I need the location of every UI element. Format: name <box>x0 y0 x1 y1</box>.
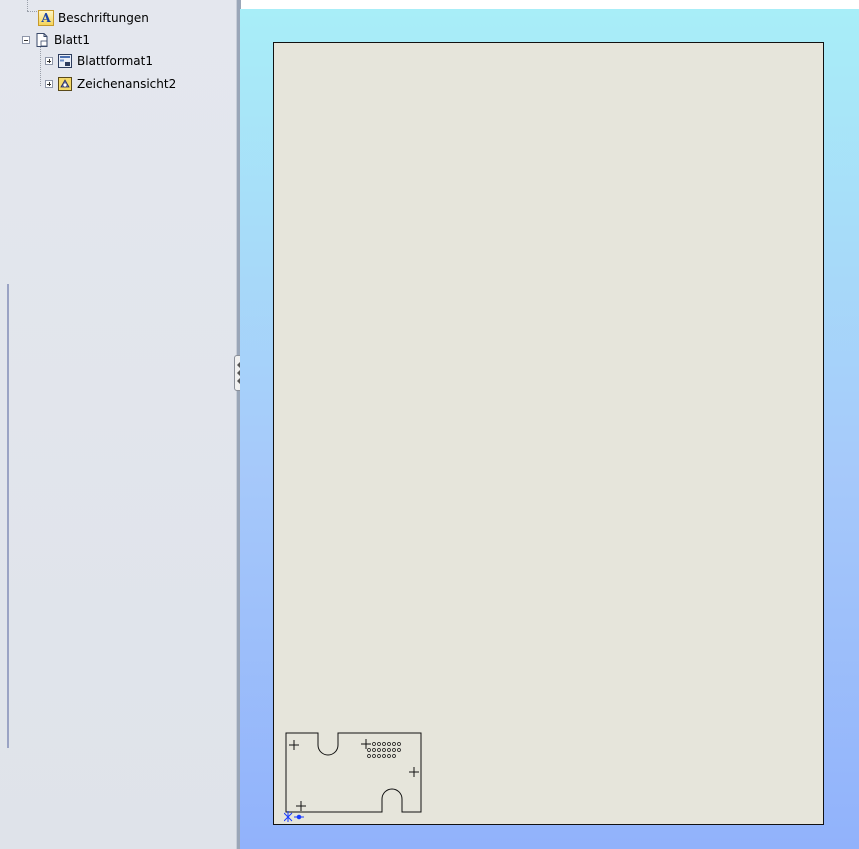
center-mark-icon <box>409 767 419 777</box>
tree-connector <box>40 46 41 86</box>
sheet-icon <box>34 32 50 48</box>
tree-item-blattformat1[interactable]: Blattformat1 <box>45 52 153 70</box>
tree-item-zeichenansicht2[interactable]: Zeichenansicht2 <box>45 75 176 93</box>
collapse-icon[interactable] <box>22 36 30 44</box>
tree-item-label: Zeichenansicht2 <box>77 77 177 91</box>
tree-item-label: Blatt1 <box>54 33 90 47</box>
tree-item-blatt1[interactable]: Blatt1 <box>22 31 90 49</box>
tree-item-beschriftungen[interactable]: A Beschriftungen <box>38 9 149 27</box>
expand-icon[interactable] <box>45 57 53 65</box>
center-mark-icon <box>361 739 371 749</box>
sheet-format-icon <box>57 53 73 69</box>
annotations-icon: A <box>38 10 54 26</box>
panel-accent-line <box>7 284 9 748</box>
tree-item-label: Beschriftungen <box>58 11 149 25</box>
center-mark-icon <box>296 801 306 811</box>
part-outline <box>285 732 422 813</box>
hole-pattern <box>367 742 401 758</box>
origin-icon <box>284 811 304 822</box>
tree-item-label: Blattformat1 <box>77 54 154 68</box>
feature-manager-tree: A Beschriftungen Blatt1 Blattformat1 Zei… <box>0 0 236 849</box>
drawing-view-part[interactable] <box>284 731 424 823</box>
expand-icon[interactable] <box>45 80 53 88</box>
graphics-viewport[interactable] <box>240 9 859 849</box>
tree-connector <box>27 0 28 11</box>
tree-connector <box>27 11 37 12</box>
drawing-view-icon <box>57 76 73 92</box>
drawing-sheet[interactable] <box>273 42 824 825</box>
center-mark-icon <box>289 740 299 750</box>
